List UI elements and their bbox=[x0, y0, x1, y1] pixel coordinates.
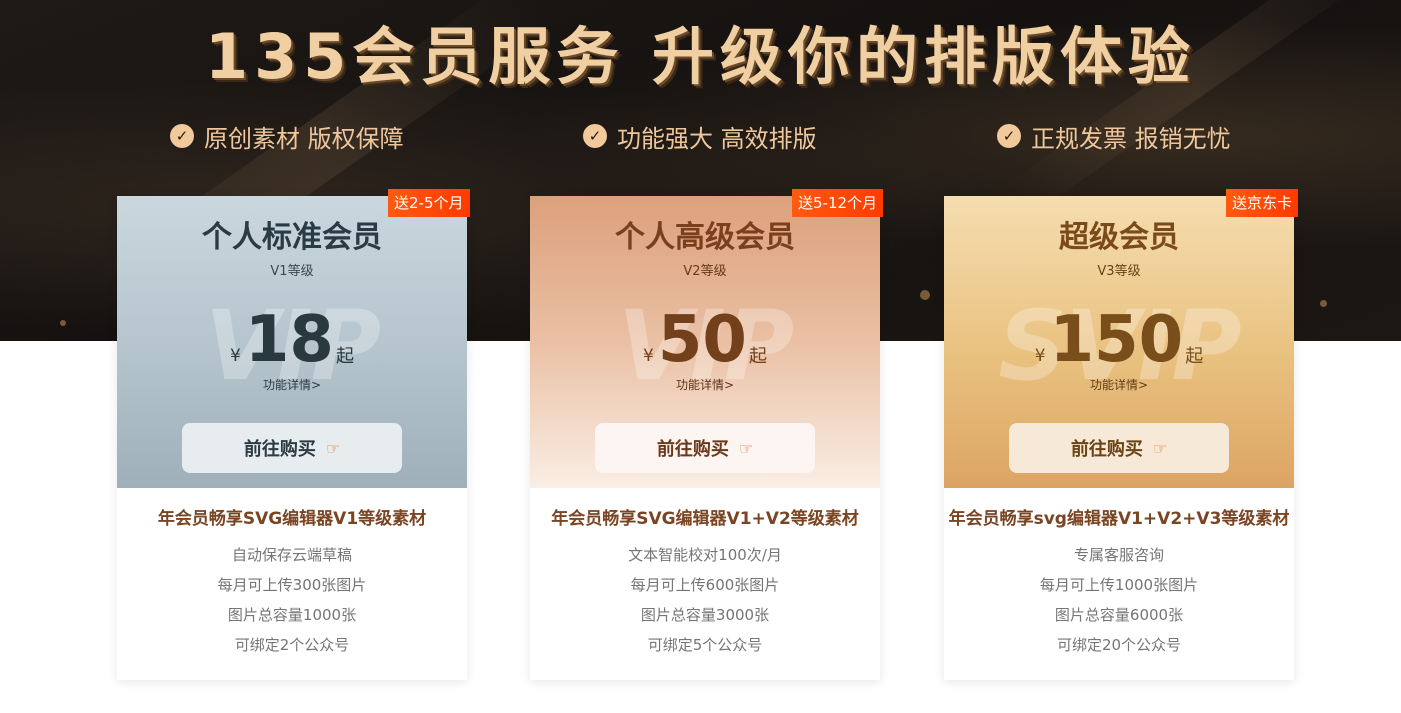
plan-level: V3等级 bbox=[1097, 264, 1141, 279]
feature-label: 正规发票 报销无忧 bbox=[1031, 124, 1231, 153]
list-item: 可绑定2个公众号 bbox=[234, 636, 350, 654]
list-item: 每月可上传1000张图片 bbox=[1039, 576, 1199, 594]
buy-button[interactable]: 前往购买 ☞ bbox=[182, 423, 402, 473]
plan-level: V1等级 bbox=[270, 264, 314, 279]
currency-symbol: ¥ bbox=[1034, 346, 1046, 366]
feature-label: 原创素材 版权保障 bbox=[204, 124, 404, 153]
currency-symbol: ¥ bbox=[230, 346, 241, 366]
plan-card-header: VIP 个人标准会员 V1等级 ¥ 18 起 功能详情> 前往购买 ☞ bbox=[117, 196, 467, 488]
feature-invoice: ✓ 正规发票 报销无忧 bbox=[997, 116, 1231, 156]
plan-card-super: SVIP 超级会员 V3等级 ¥ 150 起 功能详情> 前往购买 ☞ 送京东卡… bbox=[944, 189, 1299, 680]
plan-price: ¥ 18 起 bbox=[117, 300, 467, 372]
price-suffix: 起 bbox=[335, 346, 354, 367]
price-value: 18 bbox=[244, 303, 334, 377]
price-value: 50 bbox=[657, 303, 747, 377]
list-item: 可绑定5个公众号 bbox=[647, 636, 763, 654]
benefit-title: 年会员畅享SVG编辑器V1+V2等级素材 bbox=[551, 509, 859, 529]
decorative-dot bbox=[1320, 300, 1327, 307]
details-link[interactable]: 功能详情> bbox=[530, 376, 880, 393]
benefit-title: 年会员畅享SVG编辑器V1等级素材 bbox=[157, 509, 427, 529]
plan-level: V2等级 bbox=[683, 264, 727, 279]
plan-name: 超级会员 bbox=[1059, 220, 1179, 255]
currency-symbol: ¥ bbox=[643, 346, 654, 366]
plan-card-advanced: VIP 个人高级会员 V2等级 ¥ 50 起 功能详情> 前往购买 ☞ 送5-1… bbox=[530, 189, 884, 680]
price-value: 150 bbox=[1049, 303, 1184, 377]
check-circle-icon: ✓ bbox=[997, 124, 1021, 148]
plan-price: ¥ 150 起 bbox=[944, 300, 1294, 372]
list-item: 文本智能校对100次/月 bbox=[628, 546, 782, 564]
list-item: 图片总容量3000张 bbox=[640, 606, 770, 624]
feature-powerful: ✓ 功能强大 高效排版 bbox=[583, 116, 817, 156]
plan-card-header: VIP 个人高级会员 V2等级 ¥ 50 起 功能详情> 前往购买 ☞ bbox=[530, 196, 880, 488]
feature-label: 功能强大 高效排版 bbox=[617, 124, 817, 153]
benefit-list: 专属客服咨询 每月可上传1000张图片 图片总容量6000张 可绑定20个公众号 bbox=[944, 540, 1294, 660]
list-item: 每月可上传300张图片 bbox=[217, 576, 367, 594]
details-link[interactable]: 功能详情> bbox=[117, 376, 467, 393]
decorative-dot bbox=[60, 320, 66, 326]
promo-badge: 送京东卡 bbox=[1226, 189, 1299, 217]
promo-badge: 送2-5个月 bbox=[388, 189, 470, 217]
buy-button-label: 前往购买 bbox=[1070, 439, 1143, 460]
plan-price: ¥ 50 起 bbox=[530, 300, 880, 372]
buy-button[interactable]: 前往购买 ☞ bbox=[1009, 423, 1229, 473]
pointing-hand-icon: ☞ bbox=[738, 438, 754, 458]
list-item: 专属客服咨询 bbox=[1073, 546, 1164, 564]
price-suffix: 起 bbox=[748, 346, 767, 367]
list-item: 可绑定20个公众号 bbox=[1056, 636, 1182, 654]
buy-button[interactable]: 前往购买 ☞ bbox=[595, 423, 815, 473]
promo-badge: 送5-12个月 bbox=[792, 189, 884, 217]
buy-button-label: 前往购买 bbox=[243, 439, 316, 460]
pointing-hand-icon: ☞ bbox=[1152, 438, 1168, 458]
list-item: 每月可上传600张图片 bbox=[630, 576, 780, 594]
details-link[interactable]: 功能详情> bbox=[944, 376, 1294, 393]
feature-original-materials: ✓ 原创素材 版权保障 bbox=[170, 116, 404, 156]
decorative-dot bbox=[920, 290, 930, 300]
plan-card-header: SVIP 超级会员 V3等级 ¥ 150 起 功能详情> 前往购买 ☞ bbox=[944, 196, 1294, 488]
plan-name: 个人标准会员 bbox=[202, 220, 382, 255]
list-item: 自动保存云端草稿 bbox=[231, 546, 352, 564]
plan-card-standard: VIP 个人标准会员 V1等级 ¥ 18 起 功能详情> 前往购买 ☞ 送2-5… bbox=[117, 189, 470, 680]
check-circle-icon: ✓ bbox=[170, 124, 194, 148]
plan-name: 个人高级会员 bbox=[615, 220, 795, 255]
check-circle-icon: ✓ bbox=[583, 124, 607, 148]
benefit-title: 年会员畅享svg编辑器V1+V2+V3等级素材 bbox=[948, 509, 1290, 529]
price-suffix: 起 bbox=[1185, 346, 1204, 367]
pointing-hand-icon: ☞ bbox=[325, 438, 341, 458]
benefit-list: 自动保存云端草稿 每月可上传300张图片 图片总容量1000张 可绑定2个公众号 bbox=[117, 540, 467, 660]
buy-button-label: 前往购买 bbox=[656, 439, 729, 460]
list-item: 图片总容量6000张 bbox=[1054, 606, 1184, 624]
list-item: 图片总容量1000张 bbox=[227, 606, 357, 624]
benefit-list: 文本智能校对100次/月 每月可上传600张图片 图片总容量3000张 可绑定5… bbox=[530, 540, 880, 660]
page-title: 135会员服务 升级你的排版体验 bbox=[204, 20, 1196, 93]
